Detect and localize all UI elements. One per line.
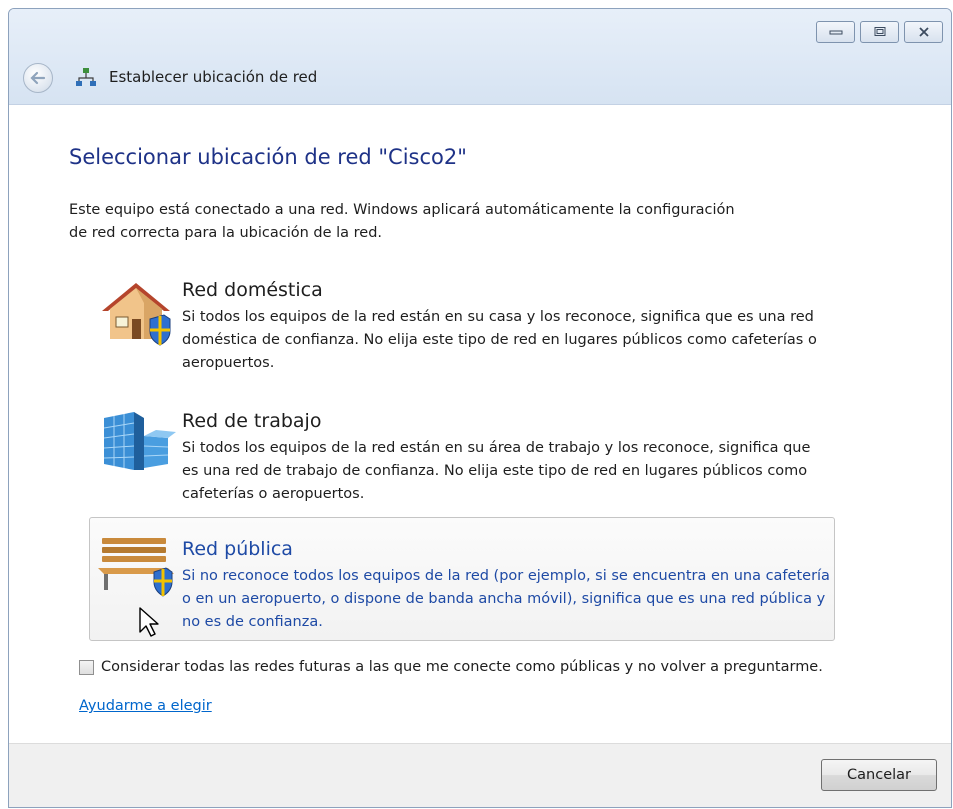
back-button[interactable] (23, 63, 53, 93)
mouse-pointer-icon (139, 607, 159, 637)
close-icon (918, 27, 929, 37)
minimize-icon (829, 30, 842, 35)
option-home-network[interactable]: Red doméstica Si todos los equipos de la… (89, 268, 835, 386)
caption-buttons (816, 21, 943, 43)
title-bar: Establecer ubicación de red (9, 9, 951, 105)
option-description: Si todos los equipos de la red están en … (182, 309, 817, 371)
window-title: Establecer ubicación de red (109, 68, 318, 86)
office-building-icon (103, 412, 176, 470)
page-heading: Seleccionar ubicación de red "Cisco2" (69, 145, 467, 169)
cancel-button[interactable]: Cancelar (821, 759, 937, 791)
option-title: Red de trabajo (182, 410, 322, 432)
option-title: Red doméstica (182, 279, 323, 301)
treat-future-networks-public-checkbox[interactable] (79, 659, 94, 675)
park-bench-icon (98, 538, 174, 597)
option-public-network[interactable]: Red pública Si no reconoce todos los equ… (89, 517, 835, 641)
option-description: Si todos los equipos de la red están en … (182, 440, 811, 502)
option-title: Red pública (182, 538, 293, 560)
maximize-icon (874, 27, 885, 36)
close-button[interactable] (904, 21, 943, 43)
help-me-choose-link[interactable]: Ayudarme a elegir (79, 698, 212, 714)
minimize-button[interactable] (816, 21, 855, 43)
back-arrow-icon (30, 71, 46, 85)
maximize-button[interactable] (860, 21, 899, 43)
treat-future-networks-public-row[interactable]: Considerar todas las redes futuras a las… (79, 659, 823, 675)
network-location-window: Establecer ubicación de red Seleccionar … (8, 8, 952, 808)
checkbox-label: Considerar todas las redes futuras a las… (101, 659, 823, 675)
option-work-network[interactable]: Red de trabajo Si todos los equipos de l… (89, 399, 835, 517)
network-icon (76, 68, 96, 86)
intro-text: Este equipo está conectado a una red. Wi… (69, 202, 735, 241)
option-description: Si no reconoce todos los equipos de la r… (182, 568, 830, 630)
house-icon (102, 283, 171, 346)
footer-bar: Cancelar (9, 743, 951, 807)
